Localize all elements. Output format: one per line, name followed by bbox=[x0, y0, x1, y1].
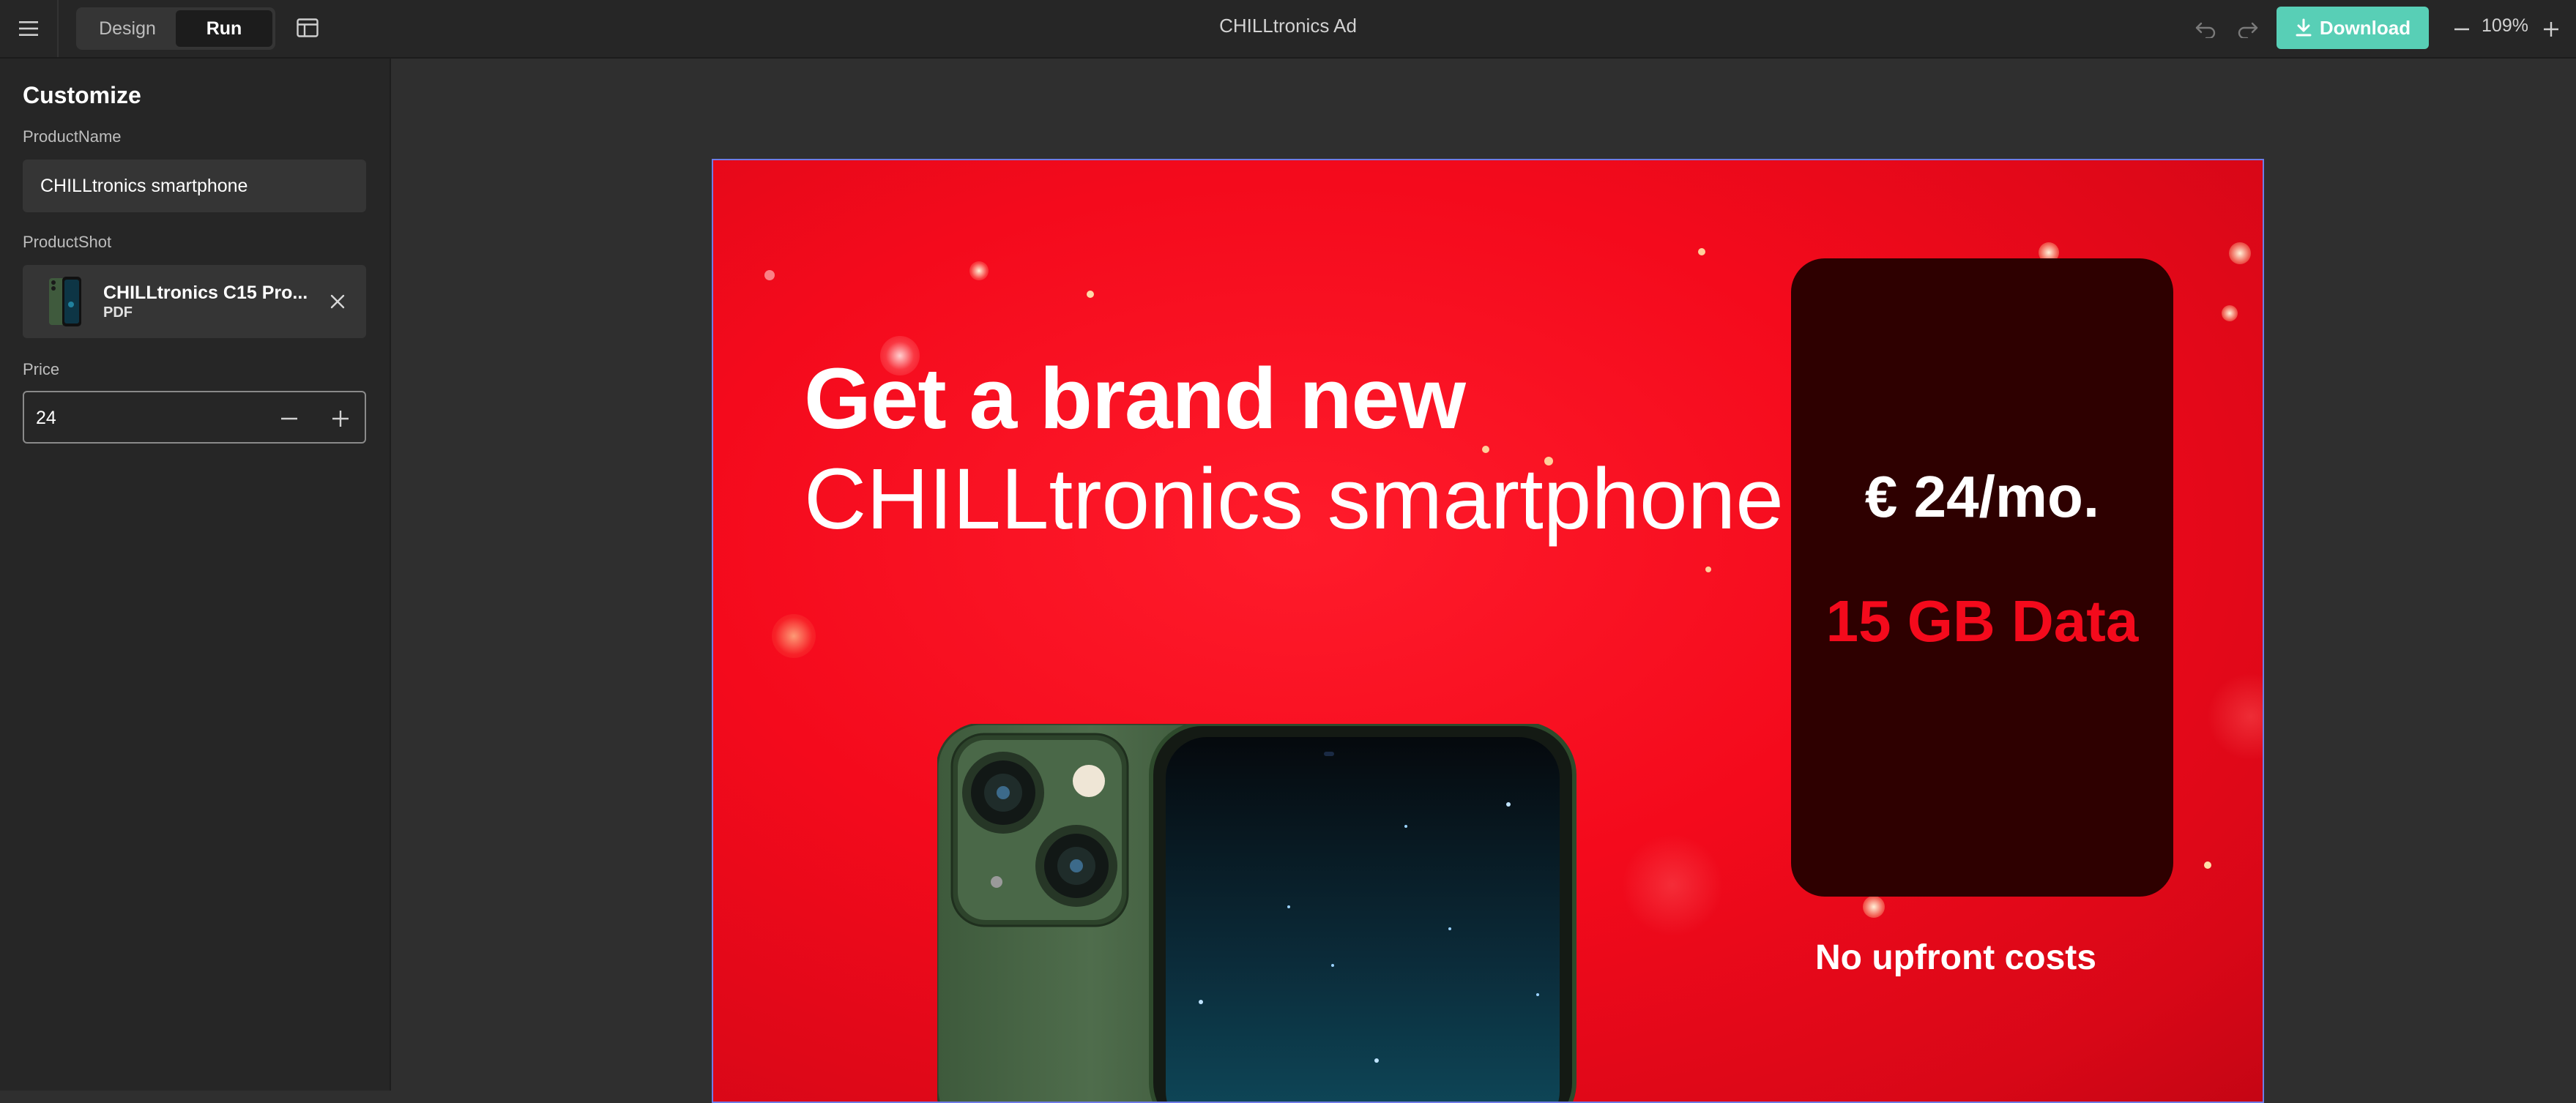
menu-icon bbox=[19, 21, 38, 36]
panel-title: Customize bbox=[23, 82, 141, 108]
redo-button[interactable] bbox=[2233, 15, 2263, 44]
mode-toggle: Design Run bbox=[76, 7, 275, 50]
bokeh-light bbox=[772, 614, 816, 658]
bokeh-light bbox=[1863, 896, 1885, 918]
close-icon bbox=[330, 294, 345, 309]
zoom-out-icon bbox=[2454, 28, 2469, 31]
price-card: € 24/mo. 15 GB Data bbox=[1791, 258, 2173, 897]
document-title: CHILLtronics Ad bbox=[1219, 15, 1357, 37]
menu-button[interactable] bbox=[0, 0, 59, 57]
undo-icon bbox=[2195, 22, 2216, 38]
plus-icon bbox=[332, 411, 349, 427]
layout-button[interactable] bbox=[291, 12, 324, 44]
remove-file-button[interactable] bbox=[324, 288, 351, 315]
no-upfront-costs-text: No upfront costs bbox=[1815, 938, 2096, 977]
bokeh-light bbox=[1621, 834, 1724, 936]
smartphone-image bbox=[937, 724, 1577, 1102]
price-value[interactable]: 24 bbox=[36, 408, 56, 429]
bokeh-light bbox=[2222, 305, 2238, 321]
bokeh-light bbox=[764, 270, 775, 280]
tab-design[interactable]: Design bbox=[79, 10, 176, 47]
monthly-price: € 24/mo. bbox=[1864, 464, 2100, 529]
download-label: Download bbox=[2319, 16, 2411, 39]
download-icon bbox=[2296, 18, 2312, 37]
bokeh-light bbox=[2207, 673, 2263, 760]
customize-panel: Customize ProductName CHILLtronics smart… bbox=[0, 59, 391, 1091]
product-name-input[interactable]: CHILLtronics smartphone bbox=[23, 160, 366, 212]
bokeh-light bbox=[2229, 242, 2251, 264]
zoom-level: 109% bbox=[2482, 15, 2528, 36]
ad-canvas[interactable]: Get a brand new CHILLtronics smartphone … bbox=[712, 159, 2264, 1103]
undo-button[interactable] bbox=[2191, 15, 2220, 44]
zoom-out-button[interactable] bbox=[2446, 13, 2478, 45]
redo-icon bbox=[2238, 22, 2258, 38]
bokeh-light bbox=[969, 261, 989, 280]
price-stepper[interactable]: 24 bbox=[23, 391, 366, 444]
decrement-button[interactable] bbox=[273, 403, 305, 435]
file-type: PDF bbox=[103, 304, 133, 321]
minus-icon bbox=[281, 417, 297, 420]
product-shot-label: ProductShot bbox=[23, 233, 112, 251]
data-allowance: 15 GB Data bbox=[1825, 588, 2139, 654]
headline-line-1: Get a brand new bbox=[804, 351, 1466, 447]
bokeh-light bbox=[1087, 291, 1094, 298]
price-label: Price bbox=[23, 360, 60, 378]
bokeh-light bbox=[1698, 248, 1705, 255]
increment-button[interactable] bbox=[324, 403, 357, 435]
product-name-label: ProductName bbox=[23, 127, 122, 146]
product-shot-file[interactable]: CHILLtronics C15 Pro... PDF bbox=[23, 265, 366, 338]
file-name: CHILLtronics C15 Pro... bbox=[103, 283, 308, 303]
product-name-value: CHILLtronics smartphone bbox=[40, 175, 248, 196]
download-button[interactable]: Download bbox=[2277, 7, 2429, 49]
bokeh-light bbox=[1705, 567, 1711, 572]
zoom-in-icon bbox=[2544, 22, 2558, 37]
layout-icon bbox=[297, 18, 319, 37]
top-toolbar: Design Run CHILLtronics Ad Download 109% bbox=[0, 0, 2576, 59]
headline-line-2: CHILLtronics smartphone bbox=[804, 451, 1784, 547]
bokeh-light bbox=[2204, 861, 2211, 869]
tab-run[interactable]: Run bbox=[176, 10, 272, 47]
file-thumbnail bbox=[49, 277, 81, 326]
zoom-in-button[interactable] bbox=[2535, 13, 2567, 45]
